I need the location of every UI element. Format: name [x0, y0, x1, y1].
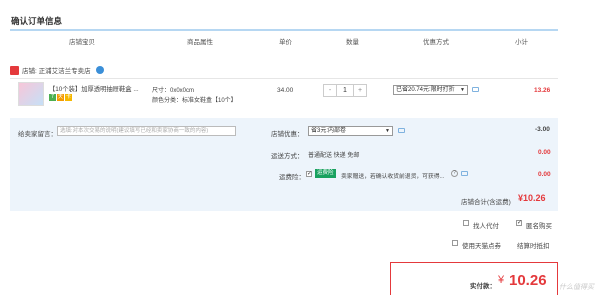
insurance-amount: 0.00 — [538, 171, 551, 178]
message-input[interactable]: 选填:对本次交易的说明(建议填写已经和卖家协商一致的内容) — [57, 126, 236, 136]
page-title: 确认订单信息 — [11, 16, 63, 26]
shop-icon — [10, 65, 19, 75]
watermark: 什么值得买 — [559, 284, 594, 291]
tmall-tag-icon: 天 — [57, 94, 64, 101]
shipping-label: 运送方式： — [271, 153, 304, 160]
shop-name[interactable]: 店铺: 正浦艾洁兰专卖店 — [22, 65, 91, 75]
insurance-badge: 运费险 — [315, 169, 336, 178]
shipping-value: 普通配送 快递 免邮 — [308, 153, 360, 159]
col-header-quantity: 数量 — [346, 39, 359, 46]
shipping-amount: 0.00 — [538, 149, 551, 156]
help-icon[interactable]: ? — [451, 170, 458, 177]
header-divider — [10, 29, 558, 31]
service-tags: 7 天 卡 — [49, 94, 72, 101]
find-payer-checkbox[interactable] — [463, 220, 469, 226]
product-thumbnail[interactable] — [18, 82, 44, 106]
unit-price: 34.00 — [277, 87, 294, 94]
chevron-down-icon: ▼ — [460, 87, 465, 93]
payment-label: 实付款： — [470, 283, 496, 290]
card-tag-icon: 卡 — [65, 94, 72, 101]
shop-row: 店铺: 正浦艾洁兰专卖店 — [10, 64, 104, 76]
item-subtotal: 13.26 — [534, 87, 551, 94]
coupon-amount: -3.00 — [535, 126, 550, 133]
chevron-down-icon: ▼ — [385, 128, 390, 134]
col-header-attributes: 商品属性 — [187, 39, 213, 46]
product-size: 尺寸：0x0x0cm — [152, 88, 195, 94]
coupon-select[interactable]: 省3元:内部卷 ▼ — [308, 126, 393, 136]
tmall-points-label[interactable]: 使用天猫点券 — [462, 240, 501, 250]
quantity-stepper: - 1 + — [323, 84, 367, 97]
settle-time-label: 结算时抵扣 — [517, 243, 550, 250]
message-label: 给卖家留言： — [18, 131, 57, 138]
col-header-discount: 优惠方式 — [423, 39, 449, 46]
quantity-input[interactable]: 1 — [336, 85, 354, 96]
anonymous-label[interactable]: 匿名购买 — [526, 220, 552, 230]
promo-info-icon[interactable] — [472, 87, 479, 92]
product-color: 颜色分类：标准女鞋盒【10个】 — [152, 98, 237, 104]
promo-select[interactable]: 已省20.74元:限时打折 ▼ — [393, 85, 468, 95]
insurance-info-icon[interactable] — [461, 171, 468, 176]
insurance-label: 运费险： — [279, 174, 305, 181]
quantity-minus-button[interactable]: - — [324, 85, 336, 96]
find-payer-label[interactable]: 找人代付 — [473, 220, 499, 230]
insurance-checkbox[interactable] — [306, 171, 312, 177]
insurance-text: 卖家赠送，若确认收货前退货，可获得... — [341, 174, 445, 180]
seven-day-return-icon: 7 — [49, 94, 56, 101]
coupon-info-icon[interactable] — [398, 128, 405, 133]
col-header-product: 店铺宝贝 — [69, 39, 95, 46]
anonymous-checkbox[interactable] — [516, 220, 522, 226]
tmall-points-checkbox[interactable] — [452, 240, 458, 246]
product-name[interactable]: 【10个装】加厚透明抽屉鞋盒 ... — [49, 84, 139, 93]
shop-total-value: ¥10.26 — [518, 193, 546, 203]
col-header-subtotal: 小计 — [515, 39, 528, 46]
shop-total-label: 店铺合计(含运费) — [461, 199, 511, 206]
coupon-label: 店铺优惠： — [271, 131, 304, 138]
chat-icon[interactable] — [95, 66, 104, 74]
payment-amount: 10.26 — [509, 272, 547, 289]
quantity-plus-button[interactable]: + — [354, 85, 366, 96]
currency-symbol: ¥ — [498, 274, 505, 286]
order-confirm-page: 确认订单信息 店铺宝贝 商品属性 单价 数量 优惠方式 小计 店铺: 正浦艾洁兰… — [0, 0, 600, 295]
coupon-select-value: 省3元:内部卷 — [311, 128, 347, 134]
col-header-unit-price: 单价 — [279, 39, 292, 46]
promo-select-value: 已省20.74元:限时打折 — [396, 87, 455, 93]
